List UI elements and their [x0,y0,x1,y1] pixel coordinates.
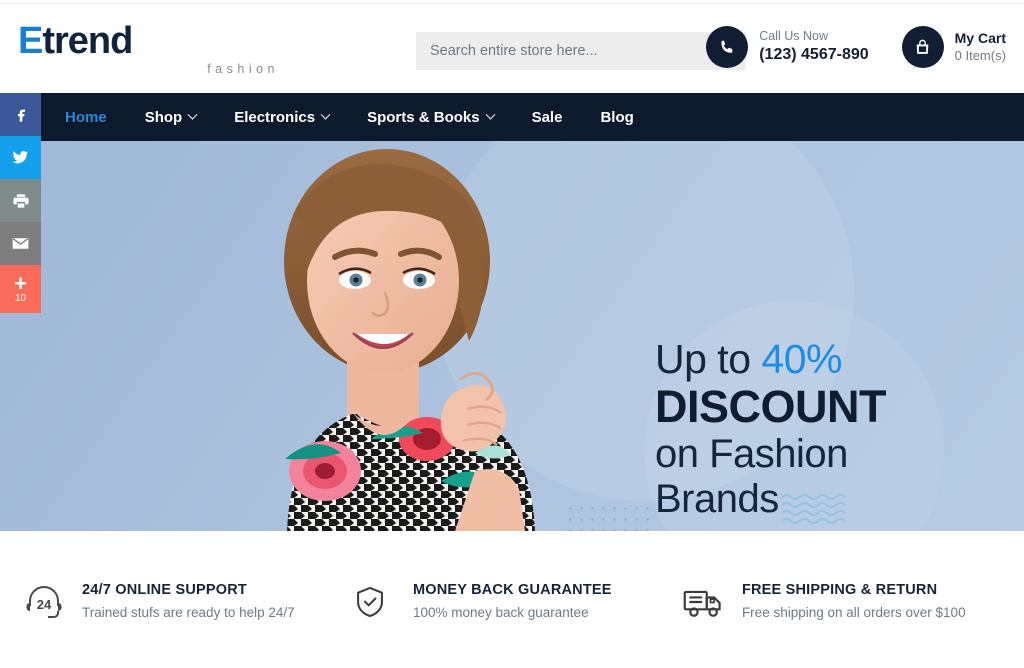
hero-line-2: DISCOUNT [655,381,887,433]
social-share-rail: + 10 [0,93,41,313]
nav-item-sale[interactable]: Sale [513,93,582,141]
delivery-truck-icon [682,582,726,622]
hero-line-4: Brands [655,476,779,521]
cart-text: My Cart 0 Item(s) [955,29,1006,65]
print-button[interactable] [0,179,41,222]
nav-item-blog[interactable]: Blog [581,93,652,141]
cart-block[interactable]: My Cart 0 Item(s) [901,26,1006,68]
chevron-down-icon [485,109,496,120]
nav-item-label: Home [65,108,107,126]
hero-line-3: on Fashion [655,431,848,476]
site-logo[interactable]: Etrend fashion [12,22,282,76]
headset-24-icon: 24 [22,582,66,622]
call-us-number: (123) 4567-890 [759,46,869,64]
nav-item-label: Shop [144,108,183,126]
site-header: Etrend fashion Call Us Now [0,4,1024,93]
shopping-bag-icon [901,26,944,68]
feature-desc: Free shipping on all orders over $100 [741,605,966,621]
logo-rest: trend [42,19,133,62]
feature-desc: Trained stufs are ready to help 24/7 [82,605,295,621]
facebook-icon [17,109,25,122]
feature-text: FREE SHIPPING & RETURN Free shipping on … [742,580,966,623]
feature-free-shipping: FREE SHIPPING & RETURN Free shipping on … [682,580,1006,623]
page-root: Etrend fashion Call Us Now [0,0,1024,668]
nav-item-label: Electronics [234,108,316,126]
feature-text: MONEY BACK GUARANTEE 100% money back gua… [413,580,612,623]
nav-item-label: Sports & Books [367,108,480,126]
envelope-icon [12,238,29,249]
feature-online-support: 24 24/7 ONLINE SUPPORT Trained stufs are… [14,580,353,623]
email-share-button[interactable] [0,222,41,265]
chevron-down-icon [320,109,331,120]
logo-accent-letter: E [18,19,43,62]
nav-item-label: Blog [600,108,634,126]
shield-check-icon [353,582,397,622]
feature-text: 24/7 ONLINE SUPPORT Trained stufs are re… [82,580,295,623]
cart-count: 0 Item(s) [954,48,1006,63]
hero-model-image [284,149,535,531]
call-us-text: Call Us Now (123) 4567-890 [759,28,868,66]
chevron-down-icon [187,109,198,120]
nav-item-label: Sale [531,108,563,126]
twitter-icon [12,151,29,164]
plus-icon: + [14,270,27,296]
search-input[interactable] [430,43,714,59]
call-us-label: Call Us Now [759,29,828,44]
main-navigation: Home Shop Electronics Sports & Books Sal… [0,93,1024,141]
features-bar: 24 24/7 ONLINE SUPPORT Trained stufs are… [0,531,1024,668]
svg-text:24: 24 [37,597,52,612]
nav-item-shop[interactable]: Shop [126,93,216,141]
nav-item-electronics[interactable]: Electronics [215,93,348,141]
phone-icon [706,26,749,68]
nav-item-sports-books[interactable]: Sports & Books [348,93,513,141]
search-box[interactable] [416,32,746,70]
printer-icon [13,193,28,208]
feature-title: MONEY BACK GUARANTEE [412,581,612,598]
twitter-share-button[interactable] [0,136,41,179]
share-count: 10 [14,292,27,304]
logo-tagline: fashion [207,61,279,76]
logo-wordmark: Etrend [18,22,282,60]
hero-discount-percent: 40% [761,336,842,382]
feature-money-back: MONEY BACK GUARANTEE 100% money back gua… [353,580,682,623]
feature-title: FREE SHIPPING & RETURN [741,581,938,598]
hero-line1-prefix: Up to [655,336,762,382]
hero-carousel: Up to 40% DISCOUNT on Fashion Brands SHO… [0,141,1024,531]
more-share-button[interactable]: + 10 [0,265,41,313]
call-us-block[interactable]: Call Us Now (123) 4567-890 [706,26,869,68]
hero-text-block: Up to 40% DISCOUNT on Fashion Brands SHO… [655,337,995,531]
nav-item-home[interactable]: Home [46,93,126,141]
hero-line-1: Up to 40% [655,337,995,381]
cart-label: My Cart [954,30,1006,47]
feature-desc: 100% money back guarantee [412,605,589,621]
feature-title: 24/7 ONLINE SUPPORT [82,581,247,598]
facebook-share-button[interactable] [0,93,41,136]
header-actions: Call Us Now (123) 4567-890 My Cart 0 Ite… [706,26,1006,68]
